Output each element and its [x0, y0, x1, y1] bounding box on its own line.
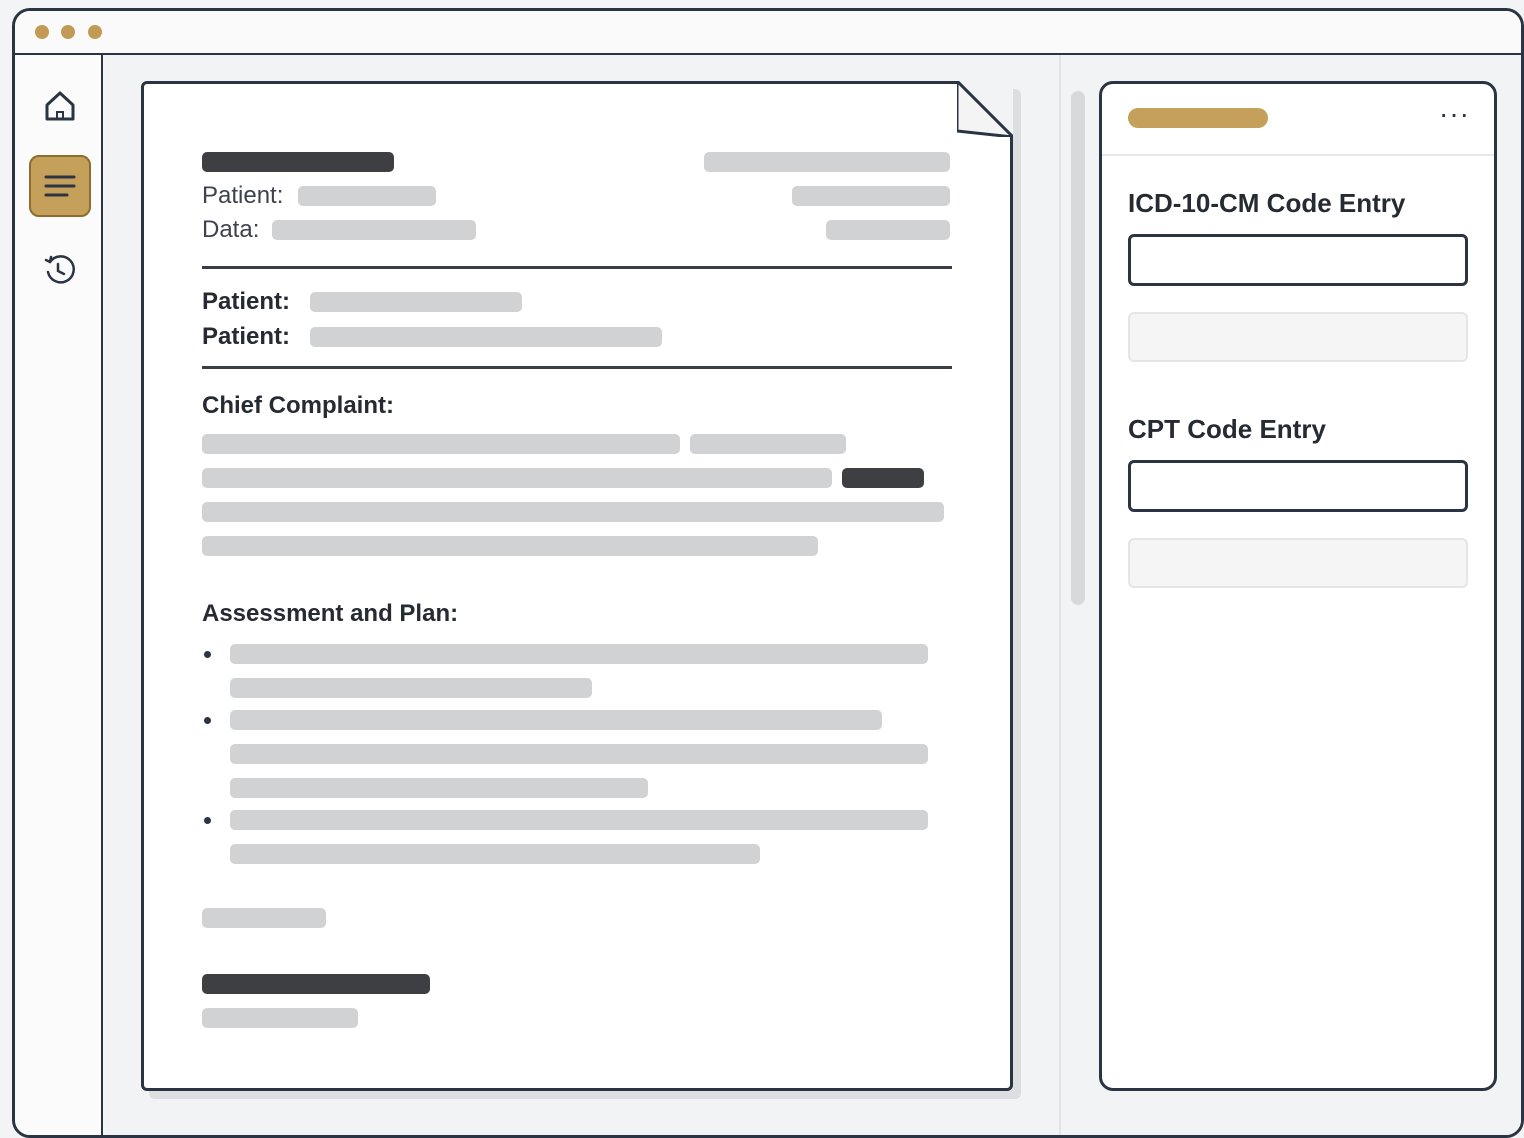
header-right-line-2 [792, 186, 950, 206]
document-lines-icon [44, 175, 76, 197]
cpt-code-suggestion-field[interactable] [1128, 538, 1468, 588]
cpt-code-input[interactable] [1128, 460, 1468, 512]
header-patient-label: Patient: [202, 182, 284, 209]
footer-line [202, 908, 326, 928]
list-item-line [230, 644, 928, 664]
signature-subline [202, 1008, 358, 1028]
chief-complaint-heading: Chief Complaint: [202, 392, 394, 419]
assessment-plan-heading: Assessment and Plan: [202, 600, 459, 627]
section-divider [202, 266, 952, 269]
header-patient-value [298, 186, 436, 206]
bullet-icon [204, 817, 211, 824]
header-right-line-3 [826, 220, 950, 240]
text-line [202, 434, 680, 454]
cpt-code-entry-title: CPT Code Entry [1128, 414, 1326, 444]
highlighted-term[interactable] [842, 468, 924, 488]
icd-code-input[interactable] [1128, 234, 1468, 286]
sidebar-item-home[interactable] [29, 75, 91, 137]
home-icon [45, 91, 75, 121]
document-title-redacted [202, 152, 394, 172]
list-item-line [230, 710, 882, 730]
app-window: Patient: Data: Patient: Patient: Chief C… [12, 8, 1524, 1138]
coding-panel-header: ··· [1102, 84, 1494, 156]
signature-redacted [202, 974, 430, 994]
coding-panel: ··· ICD-10-CM Code Entry CPT Code Entry [1099, 81, 1497, 1091]
patient-value-2 [310, 327, 662, 347]
text-line [202, 468, 832, 488]
icd-code-suggestion-field[interactable] [1128, 312, 1468, 362]
icd-code-entry-title: ICD-10-CM Code Entry [1128, 188, 1406, 218]
main-area: Patient: Data: Patient: Patient: Chief C… [105, 55, 1521, 1135]
list-item-line [230, 844, 760, 864]
window-minimize-dot[interactable] [61, 25, 75, 39]
clinical-note-document: Patient: Data: Patient: Patient: Chief C… [141, 81, 1013, 1091]
pane-divider [1059, 55, 1061, 1135]
document-scrollbar[interactable] [1071, 91, 1085, 605]
bullet-icon [204, 717, 211, 724]
sidebar [15, 55, 103, 1135]
sidebar-item-documents[interactable] [29, 155, 91, 217]
list-item-line [230, 810, 928, 830]
window-maximize-dot[interactable] [88, 25, 102, 39]
title-bar [15, 11, 1521, 55]
text-line [690, 434, 846, 454]
history-icon [44, 255, 75, 284]
section-divider [202, 366, 952, 369]
list-item-line [230, 744, 928, 764]
text-line [202, 536, 818, 556]
sidebar-item-history[interactable] [29, 239, 91, 301]
patient-value-1 [310, 292, 522, 312]
bullet-icon [204, 651, 211, 658]
header-data-label: Data: [202, 216, 260, 243]
text-line [202, 502, 944, 522]
panel-title-pill [1128, 108, 1268, 128]
page-fold-icon [957, 81, 1013, 137]
patient-label-1: Patient: [202, 288, 291, 315]
window-close-dot[interactable] [35, 25, 49, 39]
header-data-value [272, 220, 476, 240]
list-item-line [230, 778, 648, 798]
header-right-line-1 [704, 152, 950, 172]
patient-label-2: Patient: [202, 323, 291, 350]
list-item-line [230, 678, 592, 698]
more-options-icon[interactable]: ··· [1439, 98, 1470, 130]
